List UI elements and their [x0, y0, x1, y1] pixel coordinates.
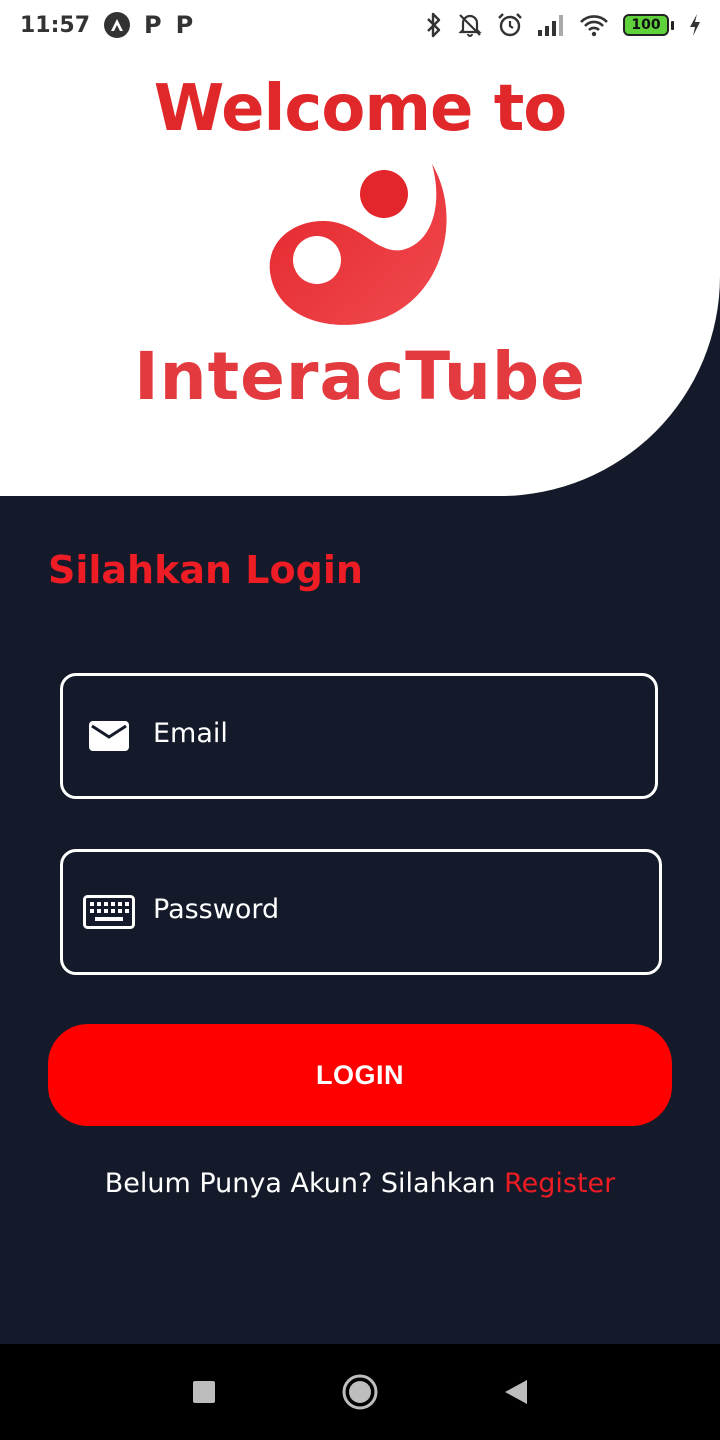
login-title: Silahkan Login — [48, 548, 363, 592]
password-input[interactable] — [153, 893, 613, 925]
email-input[interactable] — [153, 717, 613, 749]
navigation-bar — [0, 1344, 720, 1440]
welcome-heading: Welcome to — [153, 72, 568, 146]
home-icon — [342, 1374, 378, 1410]
alarm-icon — [497, 12, 523, 38]
signal-icon — [537, 14, 565, 36]
status-bar-right: 100 — [425, 12, 702, 38]
status-bar-left: 11:57 P P — [20, 11, 193, 39]
back-icon — [505, 1380, 527, 1404]
p-icon: P — [175, 11, 194, 39]
bluetooth-icon — [425, 12, 443, 38]
status-bar: 11:57 P P 100 — [0, 0, 720, 50]
register-prompt: Belum Punya Akun? Silahkan Register — [0, 1168, 720, 1199]
battery-level: 100 — [623, 14, 669, 36]
login-screen: 11:57 P P 100 Welcome to InteracTube Sil… — [0, 0, 720, 1440]
login-button[interactable]: LOGIN — [48, 1024, 672, 1126]
charging-icon — [688, 13, 702, 37]
android-studio-icon — [104, 12, 131, 38]
notifications-off-icon — [457, 12, 483, 38]
wifi-icon — [579, 13, 609, 37]
email-field[interactable] — [60, 673, 658, 799]
recents-icon — [193, 1381, 215, 1403]
password-field[interactable] — [60, 849, 662, 975]
keyboard-icon — [83, 892, 135, 932]
back-button[interactable] — [492, 1368, 540, 1416]
brand-name: InteracTube — [134, 338, 586, 415]
register-prompt-text: Belum Punya Akun? Silahkan — [104, 1168, 505, 1199]
status-time: 11:57 — [20, 12, 91, 38]
recents-button[interactable] — [180, 1368, 228, 1416]
home-button[interactable] — [336, 1368, 384, 1416]
interactube-logo-icon — [260, 158, 456, 334]
register-link[interactable]: Register — [504, 1168, 615, 1199]
battery-icon: 100 — [623, 14, 674, 36]
email-icon — [83, 716, 135, 756]
p-icon: P — [144, 11, 162, 39]
